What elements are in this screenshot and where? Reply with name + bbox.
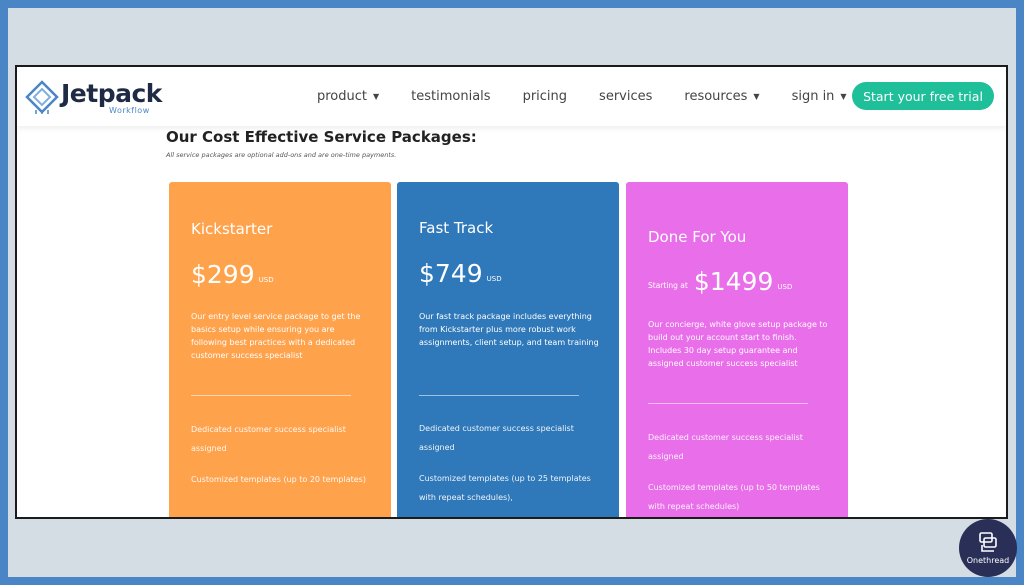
price-currency: USD bbox=[258, 276, 274, 284]
package-price: $749 USD bbox=[419, 261, 502, 286]
logo-subtitle: Workflow bbox=[109, 106, 150, 115]
package-card-fast-track[interactable]: Fast Track $749 USD Our fast track packa… bbox=[397, 182, 619, 517]
price-amount: $749 bbox=[419, 259, 483, 288]
package-price: Starting at $1499 USD bbox=[648, 269, 792, 294]
package-card-done-for-you[interactable]: Done For You Starting at $1499 USD Our c… bbox=[626, 182, 848, 517]
nav-item-sign-in[interactable]: sign in ▼ bbox=[792, 89, 847, 104]
nav-menu: product ▼ testimonials pricing services … bbox=[317, 67, 879, 126]
price-amount: $1499 bbox=[693, 267, 774, 296]
website-screenshot: Jetpack Workflow product ▼ testimonials … bbox=[15, 65, 1008, 519]
card-divider bbox=[648, 403, 808, 404]
package-feature: Customized templates (up to 25 templates… bbox=[419, 474, 591, 502]
package-name: Kickstarter bbox=[191, 220, 273, 238]
nav-item-resources[interactable]: resources ▼ bbox=[684, 89, 759, 104]
jetpack-logo[interactable]: Jetpack Workflow bbox=[25, 77, 165, 117]
start-free-trial-button[interactable]: Start your free trial bbox=[852, 82, 994, 110]
section-subtitle: All service packages are optional add-on… bbox=[166, 151, 397, 159]
package-description: Our concierge, white glove setup package… bbox=[648, 320, 828, 368]
package-feature: Dedicated customer success specialist as… bbox=[648, 433, 803, 461]
package-feature: Customized templates (up to 20 templates… bbox=[191, 475, 366, 484]
price-amount: $299 bbox=[191, 260, 255, 289]
package-name: Done For You bbox=[648, 228, 747, 246]
package-feature: Dedicated customer success specialist as… bbox=[191, 425, 346, 453]
nav-item-pricing[interactable]: pricing bbox=[523, 89, 567, 104]
nav-item-testimonials[interactable]: testimonials bbox=[411, 89, 490, 104]
nav-item-services[interactable]: services bbox=[599, 89, 652, 104]
top-navbar: Jetpack Workflow product ▼ testimonials … bbox=[17, 67, 1006, 126]
price-starting-label: Starting at bbox=[648, 281, 688, 290]
price-currency: USD bbox=[486, 275, 502, 283]
onethread-watermark: Onethread bbox=[959, 519, 1017, 577]
price-currency: USD bbox=[777, 283, 793, 291]
package-description: Our entry level service package to get t… bbox=[191, 312, 361, 360]
onethread-logo-icon bbox=[979, 532, 997, 552]
package-price: $299 USD bbox=[191, 262, 274, 287]
card-divider bbox=[419, 395, 579, 396]
package-card-kickstarter[interactable]: Kickstarter $299 USD Our entry level ser… bbox=[169, 182, 391, 517]
caret-down-icon: ▼ bbox=[840, 92, 847, 101]
onethread-label: Onethread bbox=[966, 556, 1010, 565]
package-description: Our fast track package includes everythi… bbox=[419, 312, 599, 347]
package-feature: Customized templates (up to 50 templates… bbox=[648, 483, 820, 511]
logo-wordmark: Jetpack bbox=[61, 79, 162, 108]
caret-down-icon: ▼ bbox=[753, 92, 760, 101]
jetpack-diamond-icon bbox=[25, 80, 59, 114]
section-title: Our Cost Effective Service Packages: bbox=[166, 128, 477, 146]
card-divider bbox=[191, 395, 351, 396]
package-feature: Dedicated customer success specialist as… bbox=[419, 424, 574, 452]
package-name: Fast Track bbox=[419, 219, 494, 237]
nav-item-product[interactable]: product ▼ bbox=[317, 89, 379, 104]
caret-down-icon: ▼ bbox=[373, 92, 380, 101]
